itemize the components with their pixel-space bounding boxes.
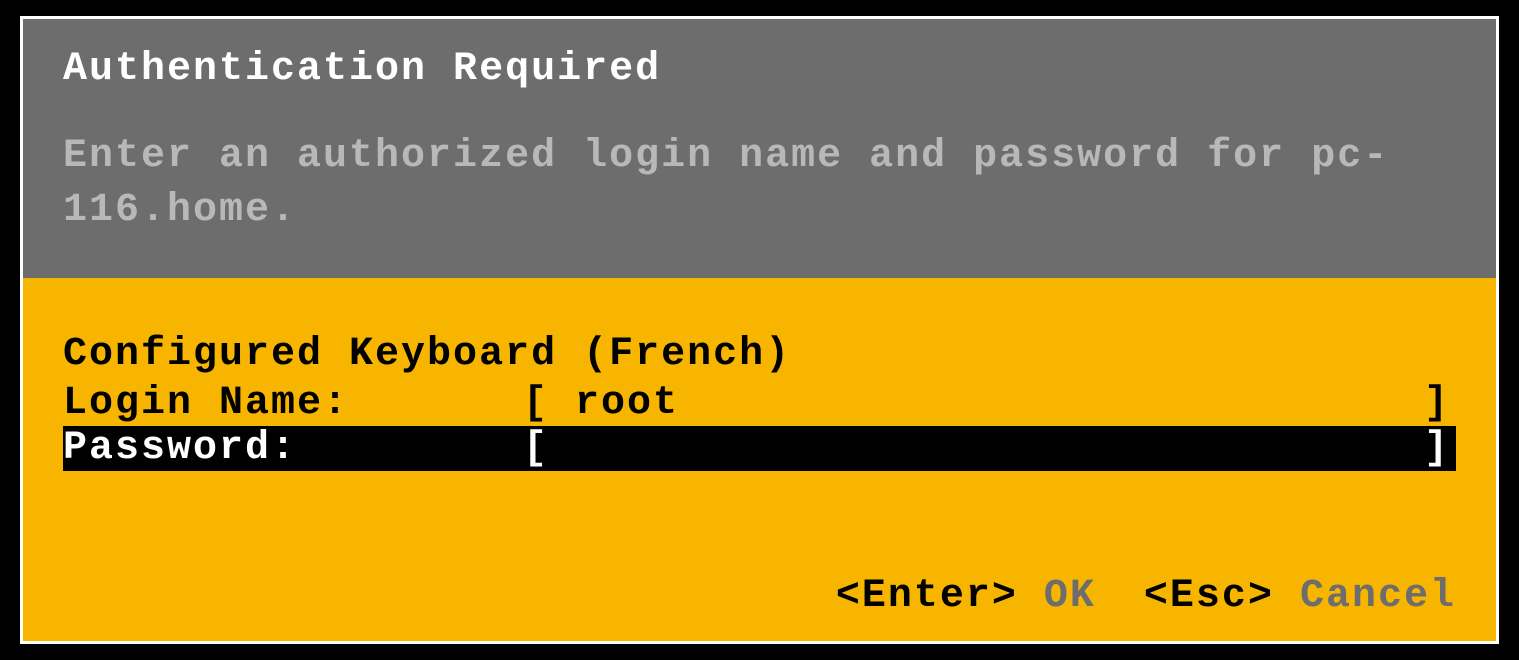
- bracket-open: [: [523, 381, 575, 426]
- login-row[interactable]: Login Name: [ root ]: [63, 381, 1456, 426]
- ok-label: OK: [1044, 574, 1096, 619]
- cancel-action[interactable]: <Esc> Cancel: [1144, 574, 1456, 619]
- keyboard-info: Configured Keyboard (French): [63, 332, 1456, 377]
- login-label: Login Name:: [63, 381, 523, 426]
- cancel-key: <Esc>: [1144, 574, 1274, 619]
- bracket-close: ]: [1424, 381, 1456, 426]
- ok-action[interactable]: <Enter> OK: [836, 574, 1096, 619]
- dialog-title: Authentication Required: [63, 47, 1456, 92]
- auth-dialog: Authentication Required Enter an authori…: [20, 16, 1499, 644]
- bracket-open: [: [523, 426, 575, 471]
- password-row[interactable]: Password: [ ]: [63, 426, 1456, 471]
- ok-key: <Enter>: [836, 574, 1018, 619]
- dialog-footer: <Enter> OK <Esc> Cancel: [63, 544, 1456, 619]
- login-value[interactable]: root: [575, 381, 1424, 426]
- bracket-close: ]: [1424, 426, 1456, 471]
- dialog-header: Authentication Required Enter an authori…: [23, 19, 1496, 278]
- dialog-subtitle: Enter an authorized login name and passw…: [63, 130, 1456, 238]
- dialog-body: Configured Keyboard (French) Login Name:…: [23, 278, 1496, 641]
- cancel-label: Cancel: [1300, 574, 1456, 619]
- screen: Authentication Required Enter an authori…: [0, 0, 1519, 660]
- password-label: Password:: [63, 426, 523, 471]
